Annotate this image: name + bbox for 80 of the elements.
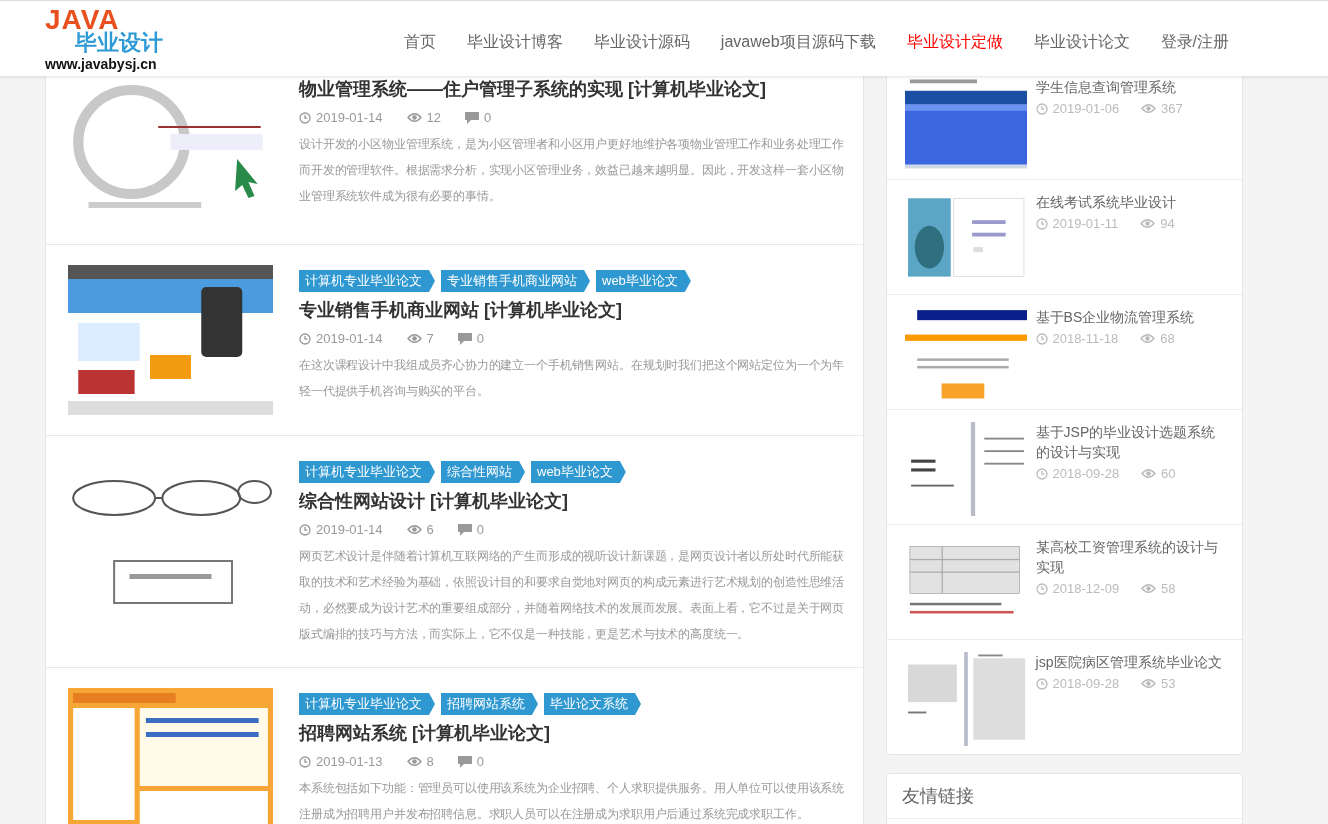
- post-title[interactable]: 基于BS企业物流管理系统: [1035, 307, 1195, 327]
- tag-link[interactable]: 招聘网站系统: [441, 693, 538, 715]
- view-count: 8: [426, 754, 434, 769]
- date-text: 2018-12-09: [1052, 581, 1120, 596]
- clock-icon: [299, 111, 311, 124]
- article-excerpt: 设计开发的小区物业管理系统，是为小区管理者和小区用户更好地维护各项物业管理工作和业务处理工作而开发的管理软件。根据需求分析，实现小区管理业务，效益已越来越明显。因此，开发这样一套小区物业管理系统软件成为很有必要的事情。: [299, 136, 846, 205]
- eye-icon: [1141, 678, 1157, 689]
- view-count: 367: [1161, 101, 1183, 116]
- date-text: 2019-01-13: [316, 754, 383, 769]
- eye-icon: [1141, 468, 1157, 479]
- eye-icon: [406, 112, 422, 123]
- eye-icon: [406, 333, 422, 344]
- comment-count: 0: [476, 331, 484, 346]
- date-text: 2019-01-14: [316, 331, 383, 346]
- view-count: 68: [1160, 331, 1175, 346]
- eye-icon: [1140, 333, 1156, 344]
- article-excerpt: 本系统包括如下功能：管理员可以使用该系统为企业招聘、个人求职提供服务。用人单位可以使用该系统注册成为招聘用户并发布招聘信息。求职人员可以在注册成为求职用户后通过系统完成求职工作。: [299, 780, 846, 823]
- date-text: 2018-09-28: [1052, 466, 1120, 481]
- eye-icon: [1141, 103, 1157, 114]
- post-title[interactable]: 学生信息查询管理系统: [1035, 77, 1183, 97]
- comment-count: 0: [483, 110, 492, 125]
- date-text: 2019-01-14: [316, 522, 383, 537]
- eye-icon: [1141, 583, 1157, 594]
- date-text: 2019-01-11: [1052, 216, 1119, 231]
- nav-link[interactable]: 首页: [403, 32, 436, 53]
- article-title[interactable]: 综合性网站设计 [计算机毕业论文]: [299, 486, 568, 516]
- clock-icon: [1035, 332, 1048, 345]
- nav-link[interactable]: 毕业设计源码: [593, 32, 690, 53]
- article-title[interactable]: 物业管理系统——住户管理子系统的实现 [计算机毕业论文]: [299, 74, 766, 104]
- view-count: 53: [1161, 676, 1176, 691]
- post-title[interactable]: 在线考试系统毕业设计: [1035, 192, 1176, 212]
- date-text: 2019-01-06: [1052, 101, 1120, 116]
- comment-icon: [457, 523, 472, 536]
- tag-link[interactable]: 计算机专业毕业论文: [299, 270, 435, 292]
- date-text: 2018-09-28: [1052, 676, 1120, 691]
- comment-count: 0: [476, 522, 484, 537]
- comment-count: 0: [476, 754, 484, 769]
- eye-icon: [406, 524, 422, 535]
- clock-icon: [1035, 677, 1048, 690]
- view-count: 58: [1161, 581, 1176, 596]
- post-title[interactable]: 基于JSP的毕业设计选题系统的设计与实现: [1035, 422, 1224, 462]
- widget-title: 友情链接: [886, 774, 1242, 819]
- tag-link[interactable]: 专业销售手机商业网站: [441, 270, 590, 292]
- comment-icon: [457, 332, 472, 345]
- clock-icon: [1035, 582, 1048, 595]
- comment-icon: [464, 111, 479, 124]
- tag-link[interactable]: 计算机专业毕业论文: [299, 693, 435, 715]
- eye-icon: [406, 756, 422, 767]
- tag-link[interactable]: 毕业论文系统: [544, 693, 641, 715]
- date-text: 2019-01-14: [316, 110, 383, 125]
- view-count: 60: [1161, 466, 1176, 481]
- tag-link[interactable]: web毕业论文: [596, 270, 691, 292]
- post-title[interactable]: jsp医院病区管理系统毕业论文: [1035, 652, 1222, 672]
- view-count: 6: [426, 522, 434, 537]
- clock-icon: [1035, 217, 1048, 230]
- clock-icon: [1035, 467, 1048, 480]
- nav-link[interactable]: 毕业设计定做: [906, 32, 1003, 53]
- nav-link[interactable]: javaweb项目源码下载: [720, 32, 876, 53]
- article-excerpt: 在这次课程设计中我组成员齐心协力的建立一个手机销售网站。在规划时我们把这个网站定位为一个为年轻一代提供手机咨询与购买的平台。: [299, 357, 846, 400]
- nav-link[interactable]: 毕业设计论文: [1033, 32, 1130, 53]
- date-text: 2018-11-18: [1052, 331, 1119, 346]
- article-excerpt: 网页艺术设计是伴随着计算机互联网络的产生而形成的视听设计新课题，是网页设计者以所处时代所能获取的技术和艺术经验为基础，依照设计目的和要求自觉地对网页的构成元素进行艺术规划的创造性思维活动，必然要成为设计艺术的重要组成部分，并随着网络技术的发展而发展。表面上看，它不过是关于网页版式编排的技巧与方法，而实际上，它不仅是一种技能，更是艺术与技术的高度统一。: [299, 548, 846, 643]
- nav-link[interactable]: 登录/注册: [1160, 32, 1229, 53]
- comment-icon: [457, 755, 472, 768]
- tag-link[interactable]: 综合性网站: [441, 461, 525, 483]
- eye-icon: [1140, 218, 1156, 229]
- post-title[interactable]: 某高校工资管理系统的设计与实现: [1035, 537, 1224, 577]
- article-title[interactable]: 招聘网站系统 [计算机毕业论文]: [299, 718, 550, 748]
- nav-link[interactable]: 毕业设计博客: [466, 32, 563, 53]
- article-title[interactable]: 专业销售手机商业网站 [计算机毕业论文]: [299, 295, 622, 325]
- clock-icon: [299, 523, 311, 536]
- clock-icon: [1035, 102, 1048, 115]
- clock-icon: [299, 332, 311, 345]
- view-count: 12: [426, 110, 441, 125]
- view-count: 94: [1160, 216, 1175, 231]
- view-count: 7: [426, 331, 434, 346]
- clock-icon: [299, 755, 311, 768]
- tag-link[interactable]: 计算机专业毕业论文: [299, 461, 435, 483]
- tag-link[interactable]: web毕业论文: [531, 461, 626, 483]
- site-url: www.javabysj.cn: [45, 57, 158, 71]
